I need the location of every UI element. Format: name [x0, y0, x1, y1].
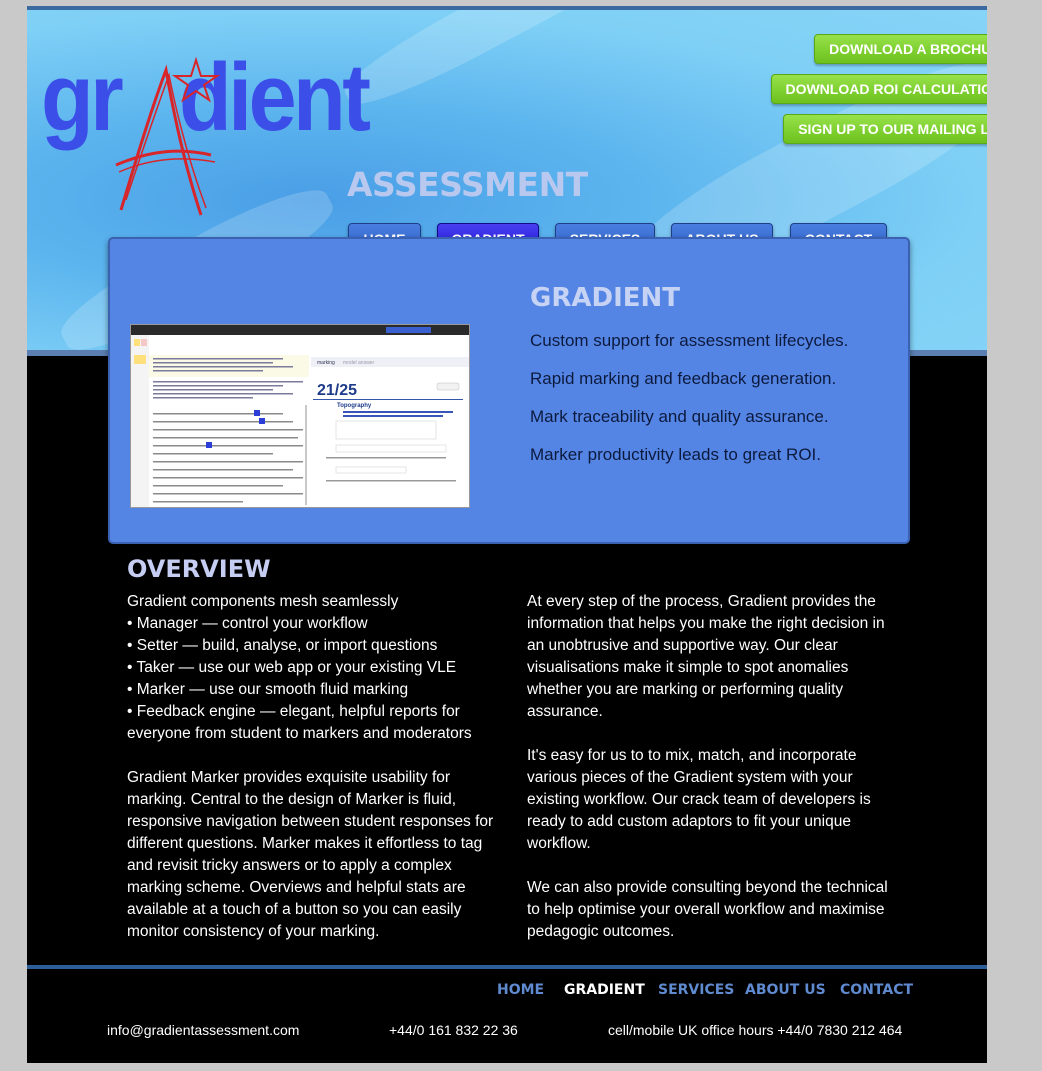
footer-divider [27, 965, 987, 969]
footer-nav-home[interactable]: HOME [497, 982, 544, 998]
hero-panel: marking model answer 21/25 Topography GR… [108, 237, 910, 544]
hero-title: GRADIENT [530, 283, 680, 313]
list-item: • Feedback engine — elegant, helpful rep… [127, 703, 472, 742]
logo-star-a-icon [115, 56, 221, 216]
svg-text:marking: marking [317, 360, 335, 366]
gradient-logo[interactable]: grAdient ASSESSMENT [41, 50, 601, 220]
hero-feature: Marker productivity leads to great ROI. [530, 445, 822, 464]
footer-nav-about-us[interactable]: ABOUT US [745, 982, 826, 998]
marker-app-preview: marking model answer 21/25 Topography [131, 325, 469, 507]
download-brochure-button[interactable]: DOWNLOAD A BROCHURE [814, 34, 987, 64]
footer-nav-services[interactable]: SERVICES [658, 982, 734, 998]
list-item: • Taker — use our web app or your existi… [127, 659, 457, 676]
overview-paragraph: It's easy for us to to mix, match, and i… [527, 747, 871, 852]
overview-left-column: Gradient components mesh seamlessly • Ma… [127, 591, 502, 965]
overview-paragraph: We can also provide consulting beyond th… [527, 879, 888, 940]
list-item: Gradient components mesh seamlessly [127, 593, 399, 610]
hero-feature: Custom support for assessment lifecycles… [530, 331, 849, 350]
footer-nav-gradient[interactable]: GRADIENT [564, 982, 645, 998]
svg-text:Topography: Topography [337, 403, 372, 409]
component-list: Gradient components mesh seamlessly • Ma… [127, 591, 502, 745]
product-screenshot: marking model answer 21/25 Topography [130, 324, 470, 508]
list-item: • Manager — control your workflow [127, 615, 368, 632]
list-item: • Marker — use our smooth fluid marking [127, 681, 409, 698]
page: grAdient ASSESSMENT DOWNLOAD A BROCHURE … [27, 6, 987, 1063]
footer-email-link[interactable]: info@gradientassessment.com [107, 1022, 299, 1038]
hero-feature: Mark traceability and quality assurance. [530, 407, 829, 426]
list-item: • Setter — build, analyse, or import que… [127, 637, 438, 654]
download-roi-button[interactable]: DOWNLOAD ROI CALCULATIONS [771, 74, 987, 104]
footer-phone: +44/0 161 832 22 36 [389, 1022, 518, 1038]
marker-paragraph: Gradient Marker provides exquisite usabi… [127, 769, 494, 940]
hero-feature: Rapid marking and feedback generation. [530, 369, 837, 388]
footer-mobile: cell/mobile UK office hours +44/0 7830 2… [608, 1022, 903, 1038]
svg-text:21/25: 21/25 [317, 382, 357, 399]
overview-heading: OVERVIEW [127, 555, 271, 583]
overview-right-column: At every step of the process, Gradient p… [527, 591, 902, 965]
logo-subtitle: ASSESSMENT [347, 165, 588, 204]
overview-paragraph: At every step of the process, Gradient p… [527, 593, 885, 720]
footer-nav-contact[interactable]: CONTACT [840, 982, 913, 998]
mailing-list-button[interactable]: SIGN UP TO OUR MAILING LIST [783, 114, 987, 144]
svg-text:model answer: model answer [343, 360, 374, 366]
